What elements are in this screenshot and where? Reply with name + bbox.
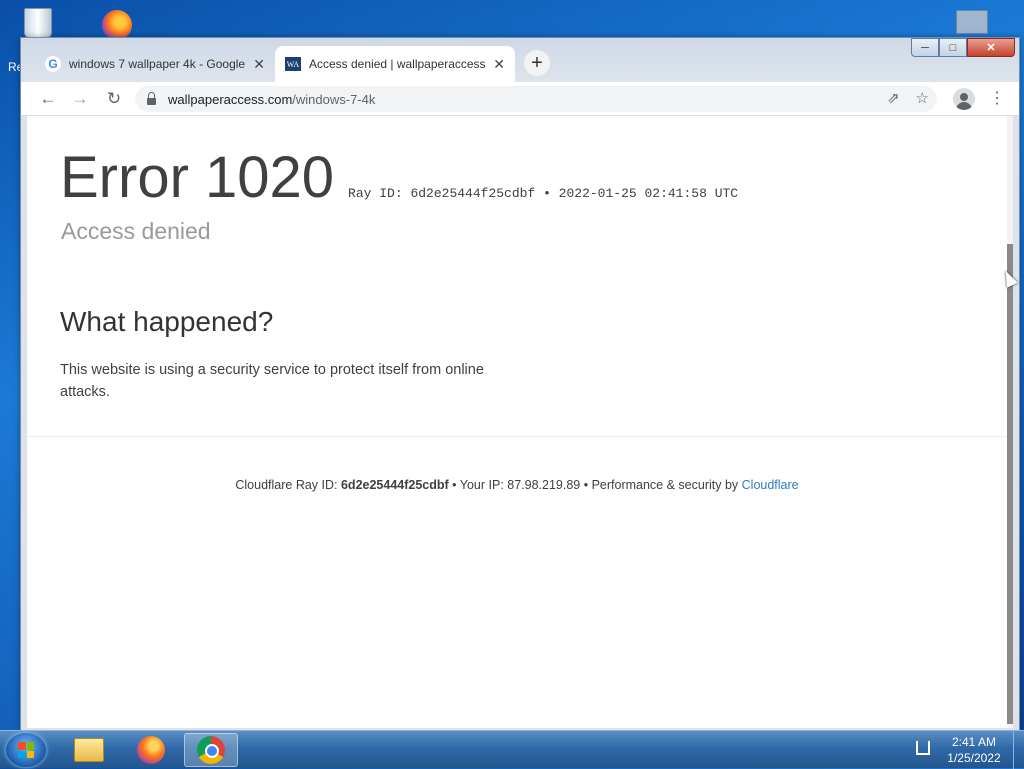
- start-button[interactable]: [6, 733, 46, 767]
- tab-title: windows 7 wallpaper 4k - Google: [69, 57, 246, 71]
- access-denied-subtitle: Access denied: [61, 218, 211, 244]
- close-tab-icon[interactable]: ✕: [253, 56, 265, 73]
- clock[interactable]: 2:41 AM 1/25/2022: [938, 734, 1010, 766]
- chrome-window: ─ □ ✕ G windows 7 wallpaper 4k - Google …: [20, 37, 1020, 731]
- window-controls: ─ □ ✕: [911, 38, 1015, 57]
- lock-icon[interactable]: [147, 91, 156, 105]
- close-tab-icon[interactable]: ✕: [493, 56, 505, 73]
- ray-id-line: Ray ID: 6d2e25444f25cdbf • 2022-01-25 02…: [348, 186, 739, 201]
- address-bar[interactable]: wallpaperaccess.com/windows-7-4k ⇗ ☆: [135, 86, 937, 112]
- maximize-button[interactable]: □: [939, 38, 967, 57]
- tab-access-denied[interactable]: WA Access denied | wallpaperaccess ✕: [275, 46, 515, 82]
- url-text[interactable]: wallpaperaccess.com/windows-7-4k: [168, 92, 375, 107]
- windows-logo-icon: [18, 742, 34, 758]
- title-bar: ─ □ ✕ G windows 7 wallpaper 4k - Google …: [21, 38, 1019, 82]
- browser-toolbar: ← → ↻ wallpaperaccess.com/windows-7-4k ⇗…: [21, 82, 1019, 116]
- firefox-icon[interactable]: [124, 733, 178, 767]
- close-window-button[interactable]: ✕: [967, 38, 1015, 57]
- page-content: Error 1020 Ray ID: 6d2e25444f25cdbf • 20…: [27, 116, 1013, 728]
- new-tab-button[interactable]: +: [524, 50, 550, 76]
- reload-icon[interactable]: ↻: [103, 88, 125, 110]
- chrome-icon[interactable]: [184, 733, 238, 767]
- windows-explorer-icon[interactable]: [62, 733, 116, 767]
- forward-icon[interactable]: →: [69, 88, 91, 110]
- google-g-icon: G: [45, 56, 61, 72]
- cloudflare-footer: Cloudflare Ray ID: 6d2e25444f25cdbf • Yo…: [27, 478, 1007, 492]
- footer-ray-label: Cloudflare Ray ID:: [235, 478, 341, 492]
- taskbar: 2:41 AM 1/25/2022: [0, 730, 1024, 769]
- cloudflare-link[interactable]: Cloudflare: [742, 478, 799, 492]
- network-tray-icon[interactable]: [916, 741, 930, 755]
- recycle-bin-icon[interactable]: [18, 4, 58, 38]
- error-title: Error 1020: [60, 145, 335, 210]
- share-icon[interactable]: ⇗: [887, 89, 900, 107]
- minimize-button[interactable]: ─: [911, 38, 939, 57]
- tab-google-search[interactable]: G windows 7 wallpaper 4k - Google ✕: [35, 46, 275, 82]
- divider: [27, 436, 1007, 437]
- clock-time: 2:41 AM: [951, 735, 997, 749]
- clock-date: 1/25/2022: [947, 751, 1001, 765]
- firefox-desktop-icon[interactable]: [96, 4, 140, 40]
- back-icon[interactable]: ←: [37, 88, 59, 110]
- profile-icon[interactable]: [953, 88, 975, 110]
- scrollbar[interactable]: [1007, 116, 1013, 728]
- tab-title: Access denied | wallpaperaccess: [309, 57, 486, 71]
- scrollbar-thumb[interactable]: [1007, 244, 1013, 724]
- footer-ip-text: • Your IP: 87.98.219.89 • Performance & …: [448, 478, 742, 492]
- show-desktop-button[interactable]: [1013, 731, 1024, 769]
- bookmark-star-icon[interactable]: ☆: [916, 89, 929, 107]
- menu-icon[interactable]: ⋮: [989, 88, 1005, 108]
- wallpaperaccess-icon: WA: [285, 57, 301, 71]
- description-text: This website is using a security service…: [60, 362, 484, 400]
- footer-ray-id: 6d2e25444f25cdbf: [340, 478, 449, 492]
- what-happened-heading: What happened?: [60, 306, 274, 337]
